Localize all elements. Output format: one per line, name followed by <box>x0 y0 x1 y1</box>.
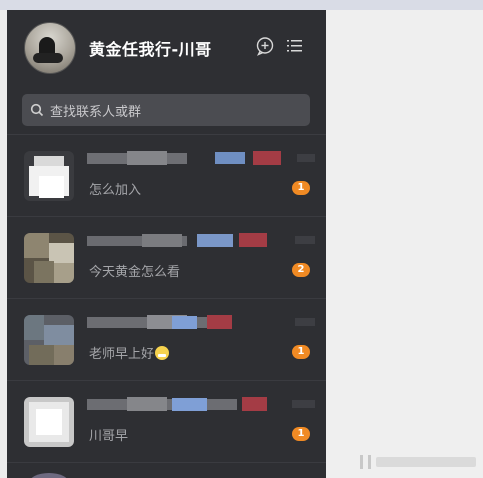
list-menu-icon[interactable] <box>285 36 305 56</box>
search-area: 查找联系人或群 <box>7 82 326 134</box>
search-placeholder: 查找联系人或群 <box>50 105 142 120</box>
unread-badge: 2 <box>292 263 310 277</box>
conversation-item[interactable]: 今天黄金怎么看 2 <box>7 217 326 299</box>
contact-name-obscured <box>87 151 317 167</box>
last-message: 今天黄金怎么看 <box>89 265 181 280</box>
conversation-item[interactable]: 川哥早 1 <box>7 381 326 463</box>
sidebar-header: 黄金任我行-川哥 <box>7 10 326 82</box>
contact-name-obscured <box>87 315 317 331</box>
contact-avatar <box>24 151 74 201</box>
unread-badge: 1 <box>292 345 310 359</box>
content-pane <box>326 10 483 478</box>
search-input[interactable]: 查找联系人或群 <box>22 94 310 126</box>
contact-avatar <box>24 397 74 447</box>
grin-emoji-icon <box>155 346 170 360</box>
unread-badge: 1 <box>292 427 310 441</box>
window-top-strip <box>0 0 483 10</box>
chat-sidebar: 黄金任我行-川哥 查找联系人或群 怎么加入 1 今天黄金怎么看 2 老师早上好 … <box>7 10 326 478</box>
conversation-list: 怎么加入 1 今天黄金怎么看 2 老师早上好 1 川哥早 1 <box>7 135 326 463</box>
contact-name-obscured <box>87 233 317 249</box>
add-chat-icon[interactable] <box>255 36 275 56</box>
contact-avatar <box>24 233 74 283</box>
last-message: 怎么加入 <box>89 183 142 198</box>
conversation-item[interactable]: 怎么加入 1 <box>7 135 326 217</box>
account-title: 黄金任我行-川哥 <box>89 40 212 59</box>
avatar-horse-shape <box>33 53 63 63</box>
conversation-item[interactable]: 老师早上好 1 <box>7 299 326 381</box>
last-message: 老师早上好 <box>89 343 170 362</box>
last-message: 川哥早 <box>89 429 129 444</box>
contact-avatar-partial <box>29 473 69 478</box>
unread-badge: 1 <box>292 181 310 195</box>
scroll-indicator[interactable] <box>360 453 478 471</box>
user-avatar[interactable] <box>24 22 76 74</box>
last-message-text: 老师早上好 <box>89 347 155 362</box>
contact-avatar <box>24 315 74 365</box>
search-icon <box>30 103 44 117</box>
contact-name-obscured <box>87 397 317 413</box>
